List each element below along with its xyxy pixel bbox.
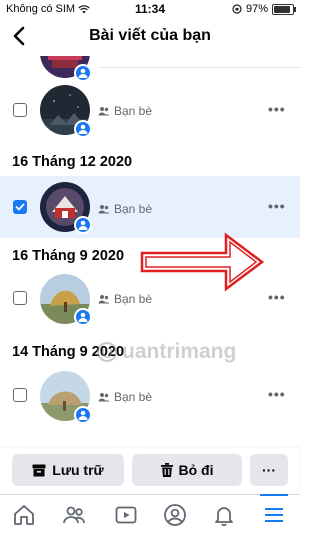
more-options-button[interactable]: ••• — [268, 386, 286, 402]
select-checkbox[interactable] — [13, 200, 27, 214]
tab-bar — [0, 494, 300, 535]
notifications-icon[interactable] — [212, 503, 236, 527]
audience-label: Bạn bè — [98, 292, 152, 306]
person-badge-icon — [74, 308, 92, 326]
friends-icon — [98, 107, 110, 116]
watermark: uantrimang — [96, 340, 236, 364]
audience-label: Bạn bè — [98, 104, 152, 118]
status-right: 97% — [232, 3, 296, 15]
check-icon — [15, 203, 25, 211]
archive-button[interactable]: Lưu trữ — [12, 454, 124, 486]
person-badge-icon — [74, 64, 92, 82]
watermark-logo-icon — [97, 342, 117, 362]
date-heading: 16 Tháng 12 2020 — [12, 154, 133, 170]
battery-icon — [272, 3, 296, 15]
trash-icon — [160, 463, 173, 477]
post-list: Bạn bè ••• 16 Tháng 12 2020 Bạn bè ••• 1… — [0, 56, 300, 448]
person-badge-icon — [74, 216, 92, 234]
orientation-lock-icon — [232, 4, 242, 14]
person-badge-icon — [74, 406, 92, 424]
select-checkbox[interactable] — [13, 388, 27, 402]
select-checkbox[interactable] — [13, 103, 27, 117]
more-options-button[interactable]: ••• — [268, 289, 286, 305]
more-actions-button[interactable]: ··· — [250, 454, 288, 486]
action-bar: Lưu trữ Bỏ đi ··· — [0, 448, 300, 494]
battery-percent: 97% — [245, 3, 268, 15]
list-item[interactable]: Bạn bè ••• — [0, 270, 300, 328]
status-bar: Không có SIM 11:34 97% — [0, 0, 300, 18]
friends-icon — [98, 295, 110, 304]
audience-label: Bạn bè — [98, 202, 152, 216]
date-heading: 16 Tháng 9 2020 — [12, 248, 125, 264]
friends-icon — [98, 393, 110, 402]
list-item[interactable]: Bạn bè ••• — [0, 82, 300, 138]
watch-icon[interactable] — [114, 503, 138, 527]
page-title: Bài viết của bạn — [89, 27, 211, 44]
archive-icon — [32, 464, 46, 476]
person-badge-icon — [74, 120, 92, 138]
list-item[interactable]: Bạn bè ••• — [0, 176, 300, 238]
menu-icon[interactable] — [260, 494, 288, 527]
header: Bài viết của bạn — [0, 20, 300, 56]
friends-icon — [98, 205, 110, 214]
delete-button[interactable]: Bỏ đi — [132, 454, 242, 486]
home-icon[interactable] — [12, 503, 36, 527]
profile-icon[interactable] — [163, 503, 187, 527]
select-checkbox[interactable] — [13, 291, 27, 305]
more-options-button[interactable]: ••• — [268, 101, 286, 117]
list-item[interactable]: Bạn bè ••• — [0, 366, 300, 426]
divider — [98, 67, 300, 68]
list-item — [0, 56, 300, 82]
audience-label: Bạn bè — [98, 390, 152, 404]
more-options-button[interactable]: ••• — [268, 198, 286, 214]
friends-icon[interactable] — [62, 503, 86, 527]
